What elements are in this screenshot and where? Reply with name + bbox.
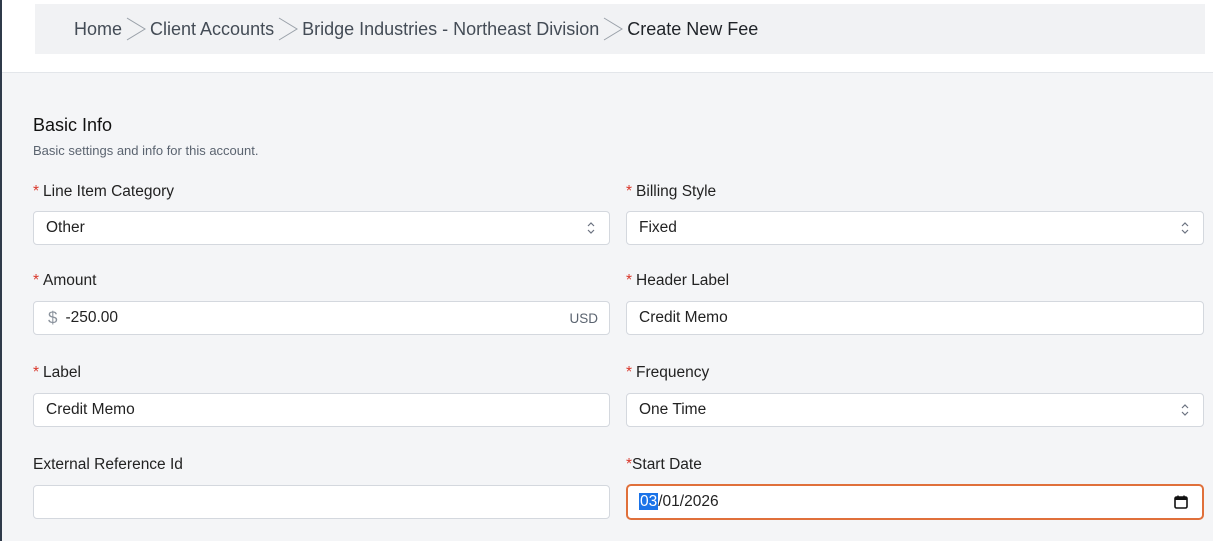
- breadcrumb-current-page: Create New Fee: [627, 18, 759, 39]
- up-down-chevron-icon: [1175, 400, 1195, 420]
- required-marker: *: [626, 183, 633, 200]
- required-marker: *: [33, 183, 40, 200]
- start-date-label: *Start Date: [626, 456, 702, 473]
- amount-value: -250.00: [65, 309, 119, 326]
- required-marker: *: [626, 364, 633, 381]
- line-item-category-select[interactable]: Other: [33, 211, 610, 245]
- required-marker: *: [626, 272, 633, 289]
- date-month-segment[interactable]: 03: [639, 493, 659, 510]
- required-marker: *: [33, 364, 40, 381]
- calendar-icon[interactable]: [1172, 493, 1190, 511]
- form-panel: Basic Info Basic settings and info for t…: [2, 73, 1213, 541]
- breadcrumb-bridge-industries[interactable]: Bridge Industries - Northeast Division: [302, 19, 599, 40]
- label-input[interactable]: Credit Memo: [33, 393, 610, 427]
- up-down-chevron-icon: [581, 218, 601, 238]
- amount-input[interactable]: $ -250.00 USD: [33, 301, 610, 335]
- header-bar: Home Client Accounts Bridge Industries -…: [2, 0, 1213, 73]
- section-title: Basic Info: [33, 115, 113, 135]
- header-label-label: * Header Label: [626, 272, 730, 289]
- required-marker: *: [33, 272, 40, 289]
- line-item-category-label: * Line Item Category: [33, 183, 175, 200]
- chevron-right-icon: [123, 16, 149, 42]
- dollar-sign-icon: $: [48, 308, 58, 327]
- frequency-select[interactable]: One Time: [626, 393, 1204, 427]
- frequency-label: * Frequency: [626, 364, 710, 381]
- breadcrumb-home[interactable]: Home: [74, 19, 122, 40]
- label-label: * Label: [33, 364, 81, 381]
- chevron-right-icon: [275, 16, 301, 42]
- date-rest-segment[interactable]: /01/2026: [658, 493, 718, 510]
- billing-style-select[interactable]: Fixed: [626, 211, 1204, 245]
- breadcrumb-client-accounts[interactable]: Client Accounts: [150, 19, 274, 40]
- external-reference-id-label: External Reference Id: [33, 456, 183, 473]
- start-date-input[interactable]: 03/01/2026: [626, 484, 1204, 520]
- breadcrumb: Home Client Accounts Bridge Industries -…: [35, 4, 1205, 54]
- currency-code: USD: [569, 310, 598, 326]
- up-down-chevron-icon: [1175, 218, 1195, 238]
- chevron-right-icon: [600, 16, 626, 42]
- header-label-input[interactable]: Credit Memo: [626, 301, 1204, 335]
- section-subtitle: Basic settings and info for this account…: [33, 143, 259, 158]
- amount-label: * Amount: [33, 272, 97, 289]
- billing-style-label: * Billing Style: [626, 183, 717, 200]
- external-reference-id-input[interactable]: [33, 485, 610, 519]
